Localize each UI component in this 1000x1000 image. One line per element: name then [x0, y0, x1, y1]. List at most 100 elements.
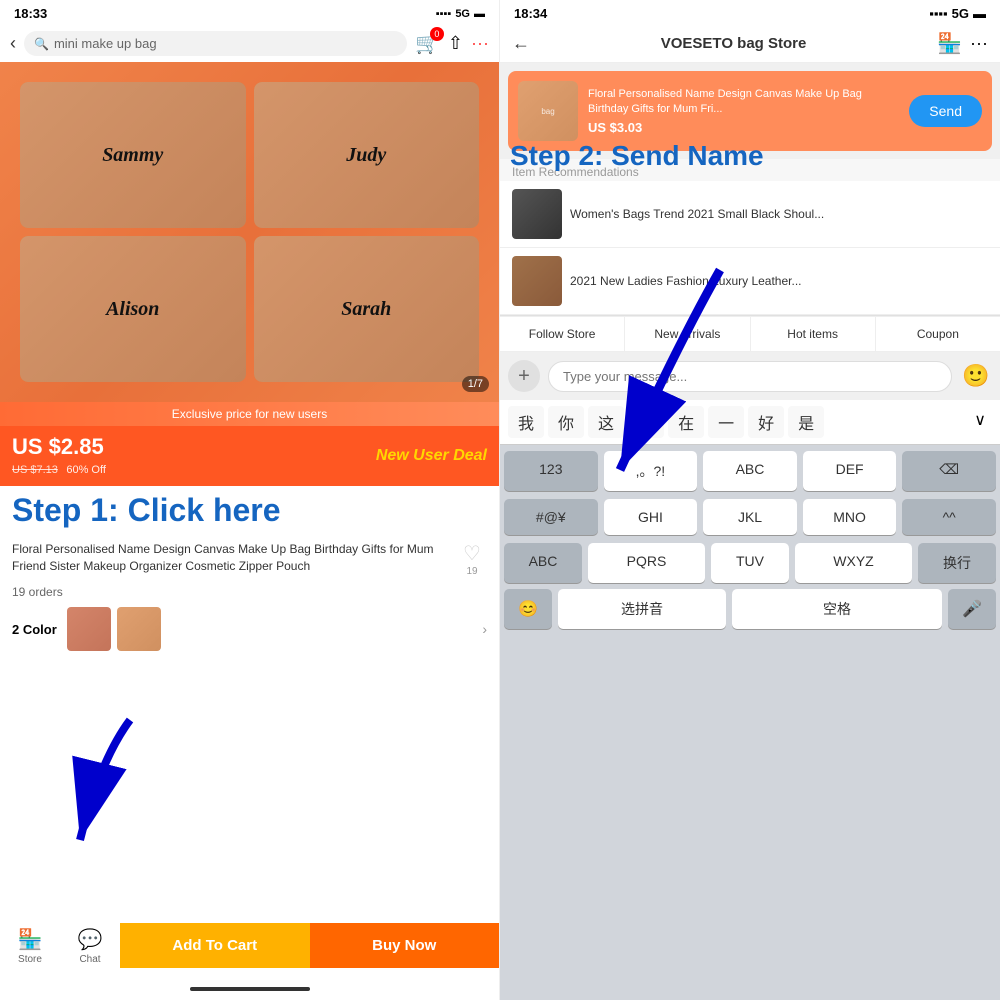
nav-bar-right: ← VOESETO bag Store 🏪 ···: [500, 25, 1000, 63]
kb-mic-btn[interactable]: 🎤: [948, 589, 996, 629]
price-discount: 60% Off: [66, 464, 106, 476]
heart-area[interactable]: ♡ 19: [457, 541, 487, 577]
quick-actions: Follow Store New arrivals Hot items Coup…: [500, 316, 1000, 352]
price-original: US $7.13: [12, 464, 58, 476]
kb-key-mno[interactable]: MNO: [803, 499, 897, 535]
coupon-btn[interactable]: Coupon: [876, 317, 1000, 351]
kb-row-3: ABC PQRS TUV WXYZ 换行: [504, 543, 996, 583]
orders-text: 19 orders: [0, 583, 499, 601]
likes-count: 19: [466, 566, 477, 577]
expand-icon[interactable]: ∨: [968, 406, 992, 438]
product-thumb: bag: [518, 81, 578, 141]
product-title-row: Floral Personalised Name Design Canvas M…: [0, 535, 499, 583]
kb-key-backspace[interactable]: ⌫: [902, 451, 996, 491]
bottom-bar: 🏪 Store 💬 Chat Add To Cart Buy Now: [0, 917, 499, 1000]
bag-sarah: Sarah: [254, 236, 480, 382]
kb-row-2: #@¥ GHI JKL MNO ^^: [504, 499, 996, 535]
send-button[interactable]: Send: [909, 95, 982, 127]
bottom-nav: 🏪 Store 💬 Chat Add To Cart Buy Now: [0, 917, 499, 974]
signal-bars-right: ▪▪▪▪: [929, 6, 947, 21]
quick-char-1[interactable]: 你: [548, 406, 584, 438]
quick-char-2[interactable]: 这: [588, 406, 624, 438]
quick-char-0[interactable]: 我: [508, 406, 544, 438]
product-card-info: Floral Personalised Name Design Canvas M…: [588, 87, 899, 135]
chat-label: Chat: [79, 954, 100, 965]
rec-item-1[interactable]: Women's Bags Trend 2021 Small Black Shou…: [500, 181, 1000, 248]
quick-char-3[interactable]: 不: [628, 406, 664, 438]
new-arrivals-btn[interactable]: New arrivals: [625, 317, 750, 351]
kb-emoji-btn[interactable]: 😊: [504, 589, 552, 629]
color-swatches: [67, 607, 473, 651]
kb-space-btn[interactable]: 空格: [732, 589, 942, 629]
kb-key-wxyz[interactable]: WXYZ: [795, 543, 912, 583]
store-title: VOESETO bag Store: [530, 35, 937, 52]
buy-now-button[interactable]: Buy Now: [310, 923, 500, 968]
bag-sammy: Sammy: [20, 82, 246, 228]
kb-key-special[interactable]: #@¥: [504, 499, 598, 535]
quick-char-6[interactable]: 好: [748, 406, 784, 438]
kb-key-punct[interactable]: ,。?!: [604, 451, 698, 491]
kb-row-1: 123 ,。?! ABC DEF ⌫: [504, 451, 996, 491]
store-nav-item[interactable]: 🏪 Store: [0, 927, 60, 965]
quick-char-7[interactable]: 是: [788, 406, 824, 438]
back-icon[interactable]: ‹: [10, 33, 16, 54]
back-icon-right[interactable]: ←: [512, 33, 530, 54]
color-section: 2 Color ›: [0, 601, 499, 657]
quick-char-4[interactable]: 在: [668, 406, 704, 438]
heart-icon[interactable]: ♡: [463, 541, 481, 566]
item-recommendations: Item Recommendations Women's Bags Trend …: [500, 159, 1000, 316]
signal-icons-right: ▪▪▪▪ 5G ▬: [929, 6, 986, 21]
keyboard-area: 我 你 这 不 在 一 好 是 ∨ 123 ,。?! ABC DEF ⌫: [500, 400, 1000, 1000]
network-type-right: 5G: [952, 6, 969, 21]
add-to-cart-button[interactable]: Add To Cart: [120, 923, 310, 968]
kb-pinyin-btn[interactable]: 选拼音: [558, 589, 726, 629]
kb-key-jkl[interactable]: JKL: [703, 499, 797, 535]
kb-key-def[interactable]: DEF: [803, 451, 897, 491]
rec-text-2: 2021 New Ladies Fashion Luxury Leather..…: [570, 273, 801, 290]
new-user-badge: New User Deal: [376, 447, 487, 465]
home-indicator-left: [0, 974, 499, 1000]
message-input[interactable]: [548, 361, 952, 392]
exclusive-banner: Exclusive price for new users: [0, 402, 499, 426]
follow-store-btn[interactable]: Follow Store: [500, 317, 625, 351]
kb-key-abc-1[interactable]: ABC: [703, 451, 797, 491]
more-icon[interactable]: ···: [471, 33, 489, 54]
kb-key-caret[interactable]: ^^: [902, 499, 996, 535]
search-box[interactable]: 🔍 mini make up bag: [24, 31, 407, 56]
search-text: mini make up bag: [54, 36, 157, 51]
kb-key-ghi[interactable]: GHI: [604, 499, 698, 535]
message-input-row: + 🙂: [500, 352, 1000, 400]
plus-button[interactable]: +: [508, 360, 540, 392]
kb-key-pqrs[interactable]: PQRS: [588, 543, 705, 583]
price-main: US $2.85: [12, 434, 106, 460]
hot-items-btn[interactable]: Hot items: [751, 317, 876, 351]
rec-text-1: Women's Bags Trend 2021 Small Black Shou…: [570, 206, 824, 223]
more-icon-right[interactable]: ···: [970, 33, 988, 54]
color-label: 2 Color: [12, 622, 57, 637]
kb-bottom-row: 😊 选拼音 空格 🎤: [500, 589, 1000, 635]
product-title: Floral Personalised Name Design Canvas M…: [12, 541, 447, 575]
emoji-button[interactable]: 🙂: [960, 360, 992, 392]
cart-icon[interactable]: 🛒0: [415, 31, 440, 56]
status-bar-left: 18:33 ▪▪▪▪ 5G ▬: [0, 0, 499, 25]
network-type-left: 5G: [455, 8, 470, 20]
rec-item-2[interactable]: 2021 New Ladies Fashion Luxury Leather..…: [500, 248, 1000, 315]
time-right: 18:34: [514, 6, 547, 21]
kb-key-abc-2[interactable]: ABC: [504, 543, 582, 583]
chevron-right-icon[interactable]: ›: [482, 621, 487, 637]
keyboard-rows: 123 ,。?! ABC DEF ⌫ #@¥ GHI JKL MNO ^^ AB…: [500, 445, 1000, 589]
image-counter: 1/7: [462, 376, 489, 392]
kb-key-newline[interactable]: 换行: [918, 543, 996, 583]
color-swatch-1[interactable]: [67, 607, 111, 651]
kb-key-tuv[interactable]: TUV: [711, 543, 789, 583]
color-swatch-2[interactable]: [117, 607, 161, 651]
rec-thumb-1: [512, 189, 562, 239]
bag-judy: Judy: [254, 82, 480, 228]
quick-char-5[interactable]: 一: [708, 406, 744, 438]
signal-icons-left: ▪▪▪▪ 5G ▬: [436, 8, 485, 20]
share-icon[interactable]: ⇧: [448, 33, 463, 54]
status-bar-right: 18:34 ▪▪▪▪ 5G ▬: [500, 0, 1000, 25]
shop-icon[interactable]: 🏪: [937, 31, 962, 56]
kb-key-123[interactable]: 123: [504, 451, 598, 491]
chat-nav-item[interactable]: 💬 Chat: [60, 927, 120, 965]
